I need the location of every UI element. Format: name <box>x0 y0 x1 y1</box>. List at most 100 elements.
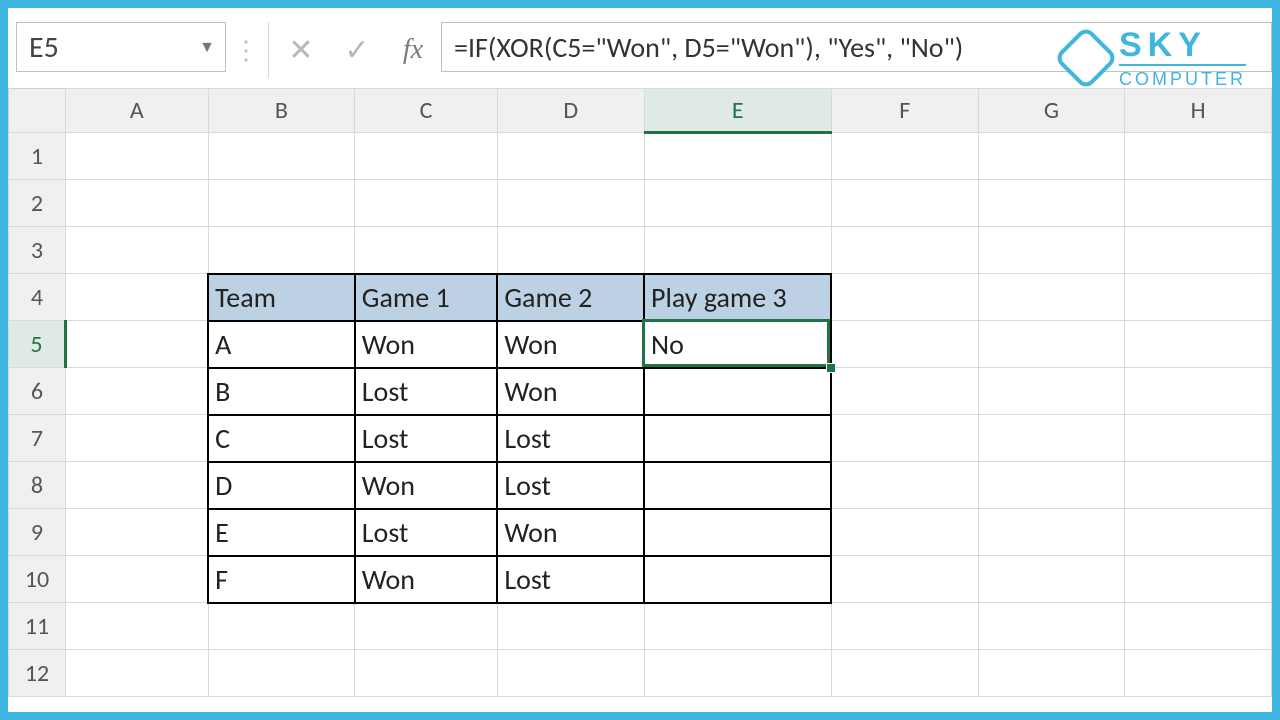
cell[interactable] <box>66 368 209 415</box>
cell[interactable] <box>497 603 644 650</box>
cell-B9[interactable]: E <box>208 509 355 556</box>
cell-C9[interactable]: Lost <box>355 509 498 556</box>
cell[interactable] <box>978 650 1125 697</box>
cell[interactable] <box>1125 180 1272 227</box>
cell[interactable] <box>978 321 1125 368</box>
cell[interactable] <box>497 133 644 180</box>
cancel-formula-button[interactable]: ✕ <box>273 22 329 78</box>
cell[interactable] <box>208 227 355 274</box>
row-header-3[interactable]: 3 <box>9 227 66 274</box>
cell[interactable] <box>644 180 831 227</box>
cell-C5[interactable]: Won <box>355 321 498 368</box>
cell-D5[interactable]: Won <box>497 321 644 368</box>
cell[interactable] <box>66 509 209 556</box>
cell-D8[interactable]: Lost <box>497 462 644 509</box>
cell-E9[interactable] <box>644 509 831 556</box>
cell[interactable] <box>831 368 978 415</box>
row-header-8[interactable]: 8 <box>9 462 66 509</box>
cell[interactable] <box>831 321 978 368</box>
cell-D6[interactable]: Won <box>497 368 644 415</box>
fx-icon[interactable]: fx <box>385 22 441 78</box>
cell[interactable] <box>978 227 1125 274</box>
cell[interactable] <box>66 133 209 180</box>
col-header-G[interactable]: G <box>978 89 1125 133</box>
cell-D7[interactable]: Lost <box>497 415 644 462</box>
cell[interactable] <box>208 180 355 227</box>
cell[interactable] <box>831 462 978 509</box>
cell[interactable] <box>831 415 978 462</box>
cell[interactable] <box>978 509 1125 556</box>
cell[interactable] <box>66 321 209 368</box>
cell-C6[interactable]: Lost <box>355 368 498 415</box>
cell[interactable] <box>1125 415 1272 462</box>
cell-E10[interactable] <box>644 556 831 603</box>
cell-B7[interactable]: C <box>208 415 355 462</box>
table-header-g2[interactable]: Game 2 <box>497 274 644 321</box>
cell[interactable] <box>497 227 644 274</box>
cell-C10[interactable]: Won <box>355 556 498 603</box>
row-header-1[interactable]: 1 <box>9 133 66 180</box>
row-header-9[interactable]: 9 <box>9 509 66 556</box>
cell[interactable] <box>355 180 498 227</box>
cell[interactable] <box>831 180 978 227</box>
cell[interactable] <box>978 133 1125 180</box>
spreadsheet-grid[interactable]: A B C D E F G H 1 2 3 4 Team Game 1 Game… <box>8 88 1272 697</box>
table-header-g1[interactable]: Game 1 <box>355 274 498 321</box>
cell[interactable] <box>355 227 498 274</box>
cell[interactable] <box>978 415 1125 462</box>
cell[interactable] <box>644 603 831 650</box>
cell[interactable] <box>978 274 1125 321</box>
row-header-12[interactable]: 12 <box>9 650 66 697</box>
row-header-5[interactable]: 5 <box>9 321 66 368</box>
cell[interactable] <box>1125 603 1272 650</box>
cell[interactable] <box>978 368 1125 415</box>
row-header-6[interactable]: 6 <box>9 368 66 415</box>
cell[interactable] <box>497 180 644 227</box>
cell[interactable] <box>66 650 209 697</box>
cell[interactable] <box>1125 274 1272 321</box>
cell[interactable] <box>831 603 978 650</box>
cell[interactable] <box>831 509 978 556</box>
cell-C7[interactable]: Lost <box>355 415 498 462</box>
cell[interactable] <box>1125 556 1272 603</box>
accept-formula-button[interactable]: ✓ <box>329 22 385 78</box>
cell[interactable] <box>208 133 355 180</box>
cell[interactable] <box>831 274 978 321</box>
col-header-F[interactable]: F <box>831 89 978 133</box>
cell[interactable] <box>978 556 1125 603</box>
cell-E5[interactable]: No <box>644 321 831 368</box>
col-header-A[interactable]: A <box>66 89 209 133</box>
cell[interactable] <box>644 133 831 180</box>
cell-D10[interactable]: Lost <box>497 556 644 603</box>
cell-B5[interactable]: A <box>208 321 355 368</box>
cell-E8[interactable] <box>644 462 831 509</box>
cell[interactable] <box>644 227 831 274</box>
cell[interactable] <box>497 650 644 697</box>
col-header-E[interactable]: E <box>644 89 831 133</box>
name-box[interactable]: E5 ▼ <box>16 22 226 72</box>
cell[interactable] <box>66 227 209 274</box>
cell[interactable] <box>831 556 978 603</box>
cell[interactable] <box>66 180 209 227</box>
cell[interactable] <box>1125 462 1272 509</box>
cell[interactable] <box>66 462 209 509</box>
cell[interactable] <box>66 274 209 321</box>
row-header-7[interactable]: 7 <box>9 415 66 462</box>
cell-C8[interactable]: Won <box>355 462 498 509</box>
cell-D9[interactable]: Won <box>497 509 644 556</box>
chevron-down-icon[interactable]: ▼ <box>199 38 215 57</box>
cell[interactable] <box>978 603 1125 650</box>
cell[interactable] <box>1125 368 1272 415</box>
cell[interactable] <box>1125 227 1272 274</box>
row-header-2[interactable]: 2 <box>9 180 66 227</box>
formula-input[interactable]: =IF(XOR(C5="Won", D5="Won"), "Yes", "No"… <box>441 22 1272 72</box>
col-header-B[interactable]: B <box>208 89 355 133</box>
fill-handle[interactable] <box>826 363 836 373</box>
select-all-corner[interactable] <box>9 89 66 133</box>
cell[interactable] <box>978 462 1125 509</box>
cell[interactable] <box>831 650 978 697</box>
cell[interactable] <box>355 133 498 180</box>
cell[interactable] <box>66 556 209 603</box>
cell[interactable] <box>208 650 355 697</box>
cell[interactable] <box>1125 321 1272 368</box>
